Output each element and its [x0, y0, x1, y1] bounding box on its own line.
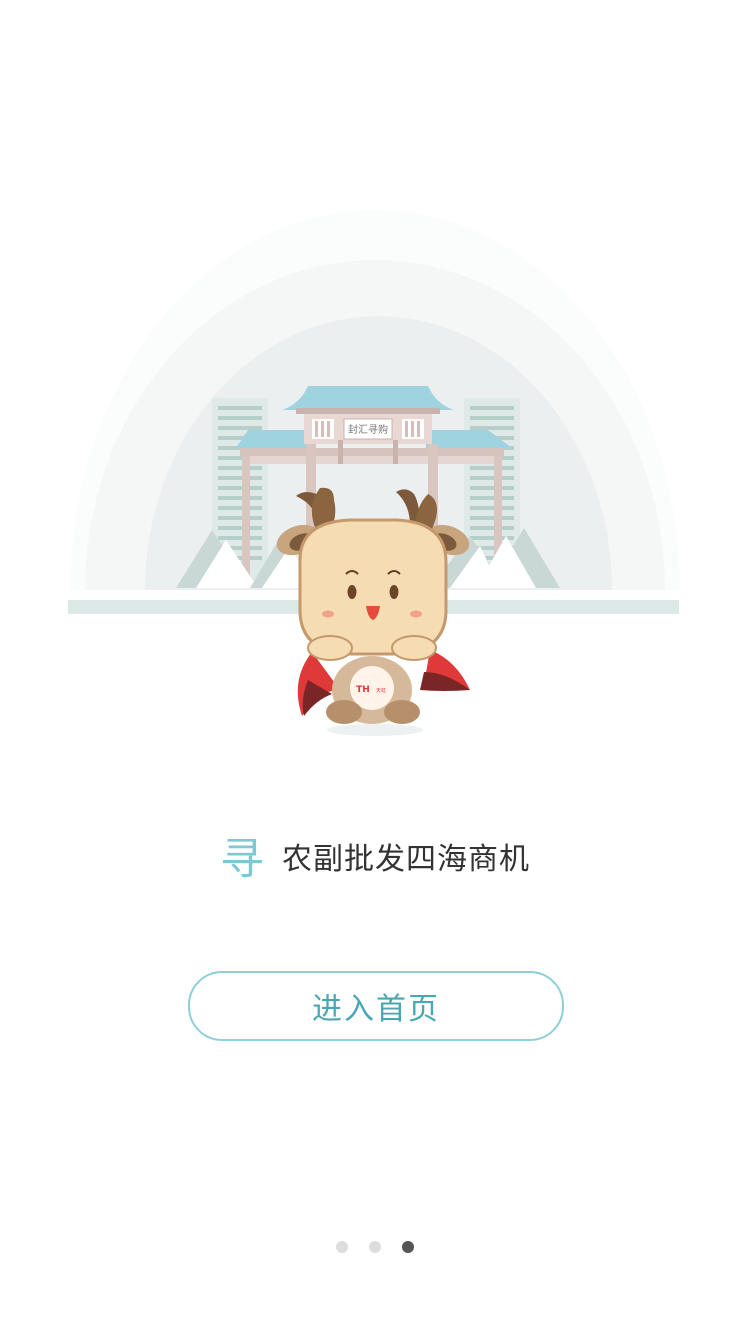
page-dot-2[interactable] [369, 1241, 381, 1253]
enter-home-button[interactable]: 进入首页 [188, 971, 564, 1041]
badge-text: TH [356, 685, 370, 695]
slogan-highlight: 寻 [220, 834, 264, 885]
page-indicator [0, 1241, 750, 1253]
mascot: TH 天虹 [276, 487, 470, 736]
slogan-text: 农副批发四海商机 [282, 842, 530, 877]
page-dot-3[interactable] [402, 1241, 414, 1253]
badge-subtext: 天虹 [376, 687, 386, 694]
page-dot-1[interactable] [336, 1241, 348, 1253]
slogan: 寻 农副批发四海商机 [0, 830, 750, 890]
gate-plaque-text: 封汇寻购 [348, 423, 388, 436]
welcome-illustration: 封汇寻购 TH 天虹 [68, 210, 680, 736]
